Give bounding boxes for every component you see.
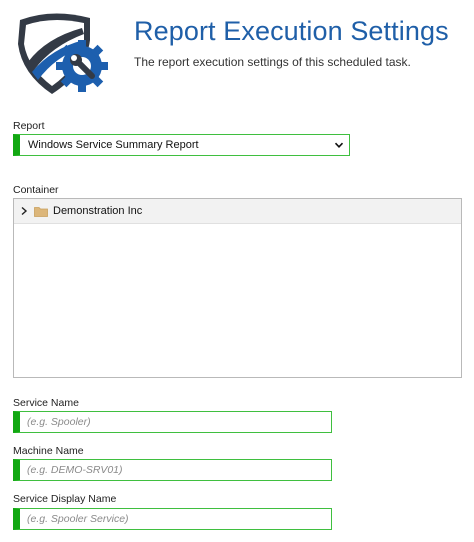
- machine-name-label: Machine Name: [13, 445, 84, 457]
- service-name-label: Service Name: [13, 397, 79, 409]
- container-label: Container: [13, 184, 59, 196]
- chevron-right-icon[interactable]: [20, 206, 28, 216]
- tree-item-label: Demonstration Inc: [53, 205, 143, 217]
- chevron-down-icon: [334, 142, 344, 148]
- service-display-name-input[interactable]: [13, 508, 332, 530]
- shield-gear-wrench-icon: [18, 13, 108, 95]
- report-execution-settings-page: Report Execution Settings The report exe…: [0, 0, 474, 542]
- page-subtitle: The report execution settings of this sc…: [134, 55, 411, 69]
- service-display-name-label: Service Display Name: [13, 493, 117, 505]
- tree-item-demonstration-inc[interactable]: Demonstration Inc: [14, 199, 461, 224]
- report-select-value: Windows Service Summary Report: [28, 139, 199, 151]
- report-label: Report: [13, 120, 45, 132]
- container-tree[interactable]: Demonstration Inc: [13, 198, 462, 378]
- page-title: Report Execution Settings: [134, 16, 449, 46]
- machine-name-input[interactable]: [13, 459, 332, 481]
- service-name-input[interactable]: [13, 411, 332, 433]
- report-select[interactable]: Windows Service Summary Report: [13, 134, 350, 156]
- folder-icon: [34, 206, 48, 217]
